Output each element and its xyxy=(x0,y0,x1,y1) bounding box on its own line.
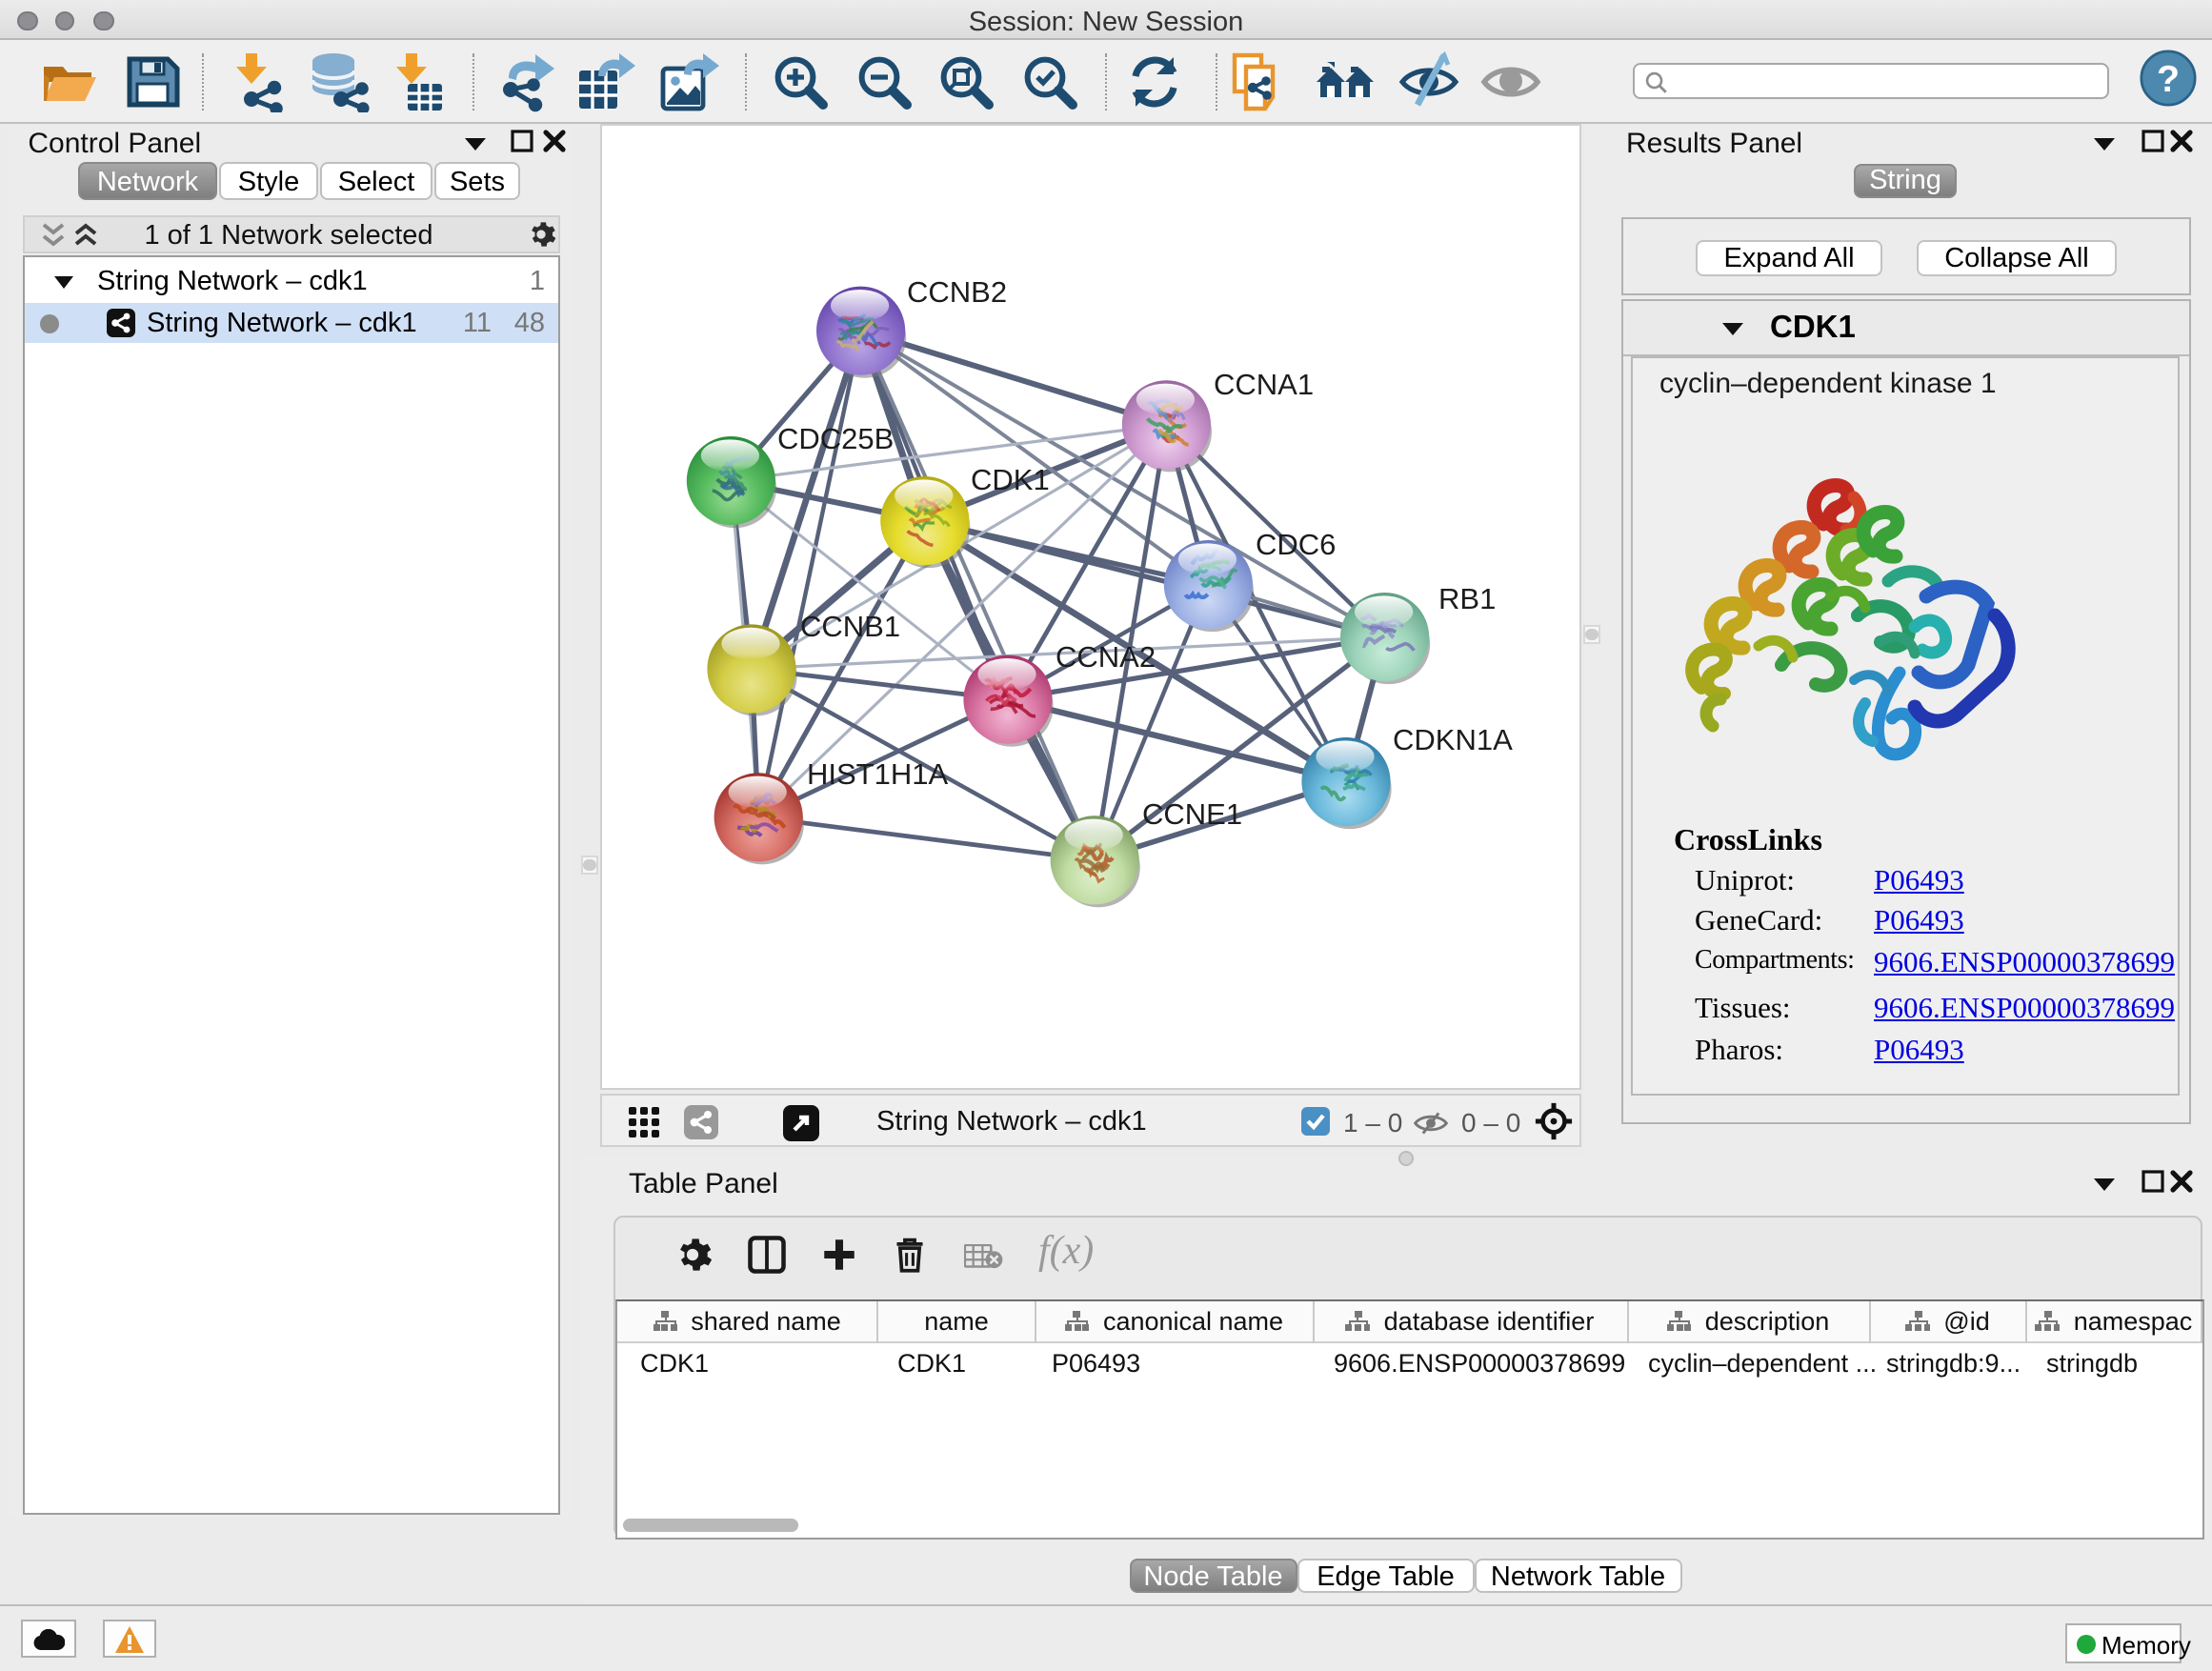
svg-text:RB1: RB1 xyxy=(1438,581,1496,614)
svg-text:CCNA2: CCNA2 xyxy=(1056,639,1156,673)
svg-text:CDC6: CDC6 xyxy=(1256,527,1336,560)
svg-text:CCNB2: CCNB2 xyxy=(907,274,1007,308)
svg-text:CCNE1: CCNE1 xyxy=(1142,796,1242,830)
svg-text:CDC25B: CDC25B xyxy=(777,421,894,454)
svg-text:?: ? xyxy=(2157,58,2180,100)
svg-text:CDKN1A: CDKN1A xyxy=(1393,722,1513,755)
svg-text:CCNA1: CCNA1 xyxy=(1214,367,1314,400)
svg-text:CDK1: CDK1 xyxy=(971,462,1050,495)
svg-text:HIST1H1A: HIST1H1A xyxy=(807,756,948,790)
svg-text:CCNB1: CCNB1 xyxy=(800,609,900,642)
